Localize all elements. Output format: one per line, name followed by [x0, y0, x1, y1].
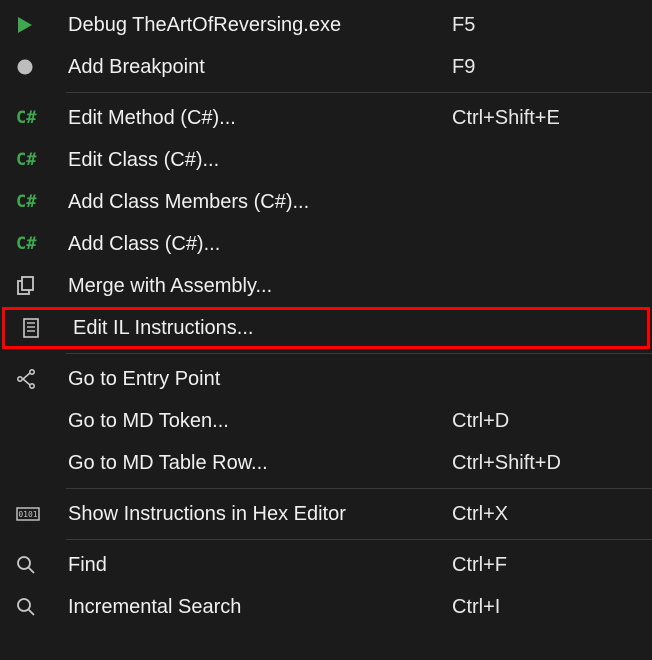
menu-item-label: Edit Method (C#)... [68, 107, 452, 130]
csharp-icon: C# [16, 192, 68, 212]
menu-item-label: Go to MD Table Row... [68, 452, 452, 475]
csharp-icon: C# [16, 108, 68, 128]
menu-item-label: Incremental Search [68, 596, 452, 619]
menu-item-goto-md-token[interactable]: Go to MD Token... Ctrl+D [0, 400, 652, 442]
menu-item-label: Edit Class (C#)... [68, 149, 452, 172]
menu-item-debug[interactable]: Debug TheArtOfReversing.exe F5 [0, 4, 652, 46]
menu-item-show-hex[interactable]: 0101 Show Instructions in Hex Editor Ctr… [0, 493, 652, 535]
menu-item-label: Go to Entry Point [68, 368, 452, 391]
menu-item-add-class-members[interactable]: C# Add Class Members (C#)... [0, 181, 652, 223]
menu-item-label: Edit IL Instructions... [73, 317, 447, 340]
menu-item-shortcut: Ctrl+X [452, 503, 632, 526]
menu-item-incremental-search[interactable]: Incremental Search Ctrl+I [0, 586, 652, 628]
menu-item-shortcut: Ctrl+D [452, 410, 632, 433]
menu-item-merge-assembly[interactable]: Merge with Assembly... [0, 265, 652, 307]
csharp-icon: C# [16, 234, 68, 254]
merge-icon [16, 276, 68, 296]
menu-item-label: Merge with Assembly... [68, 275, 452, 298]
separator [66, 92, 652, 93]
menu-item-shortcut: Ctrl+I [452, 596, 632, 619]
menu-item-label: Add Class (C#)... [68, 233, 452, 256]
menu-item-goto-entry[interactable]: Go to Entry Point [0, 358, 652, 400]
menu-item-label: Add Class Members (C#)... [68, 191, 452, 214]
menu-item-find[interactable]: Find Ctrl+F [0, 544, 652, 586]
document-icon [21, 318, 73, 338]
separator [66, 353, 652, 354]
menu-item-goto-md-table-row[interactable]: Go to MD Table Row... Ctrl+Shift+D [0, 442, 652, 484]
menu-item-shortcut: F9 [452, 56, 632, 79]
context-menu: Debug TheArtOfReversing.exe F5 Add Break… [0, 0, 652, 628]
menu-item-label: Add Breakpoint [68, 56, 452, 79]
menu-item-edit-class[interactable]: C# Edit Class (C#)... [0, 139, 652, 181]
separator [66, 488, 652, 489]
search-icon [16, 555, 68, 575]
menu-item-add-class[interactable]: C# Add Class (C#)... [0, 223, 652, 265]
menu-item-add-breakpoint[interactable]: Add Breakpoint F9 [0, 46, 652, 88]
menu-item-shortcut: Ctrl+F [452, 554, 632, 577]
play-icon [16, 16, 68, 34]
menu-item-shortcut: F5 [452, 14, 632, 37]
menu-item-label: Show Instructions in Hex Editor [68, 503, 452, 526]
csharp-icon: C# [16, 150, 68, 170]
menu-item-label: Find [68, 554, 452, 577]
search-icon [16, 597, 68, 617]
breakpoint-icon [16, 58, 68, 76]
separator [66, 539, 652, 540]
menu-item-shortcut: Ctrl+Shift+D [452, 452, 632, 475]
menu-item-edit-method[interactable]: C# Edit Method (C#)... Ctrl+Shift+E [0, 97, 652, 139]
menu-item-edit-il[interactable]: Edit IL Instructions... [2, 307, 650, 349]
menu-item-label: Debug TheArtOfReversing.exe [68, 14, 452, 37]
hex-icon: 0101 [16, 507, 68, 521]
svg-text:0101: 0101 [18, 510, 37, 519]
entry-point-icon [16, 369, 68, 389]
menu-item-label: Go to MD Token... [68, 410, 452, 433]
menu-item-shortcut: Ctrl+Shift+E [452, 107, 632, 130]
